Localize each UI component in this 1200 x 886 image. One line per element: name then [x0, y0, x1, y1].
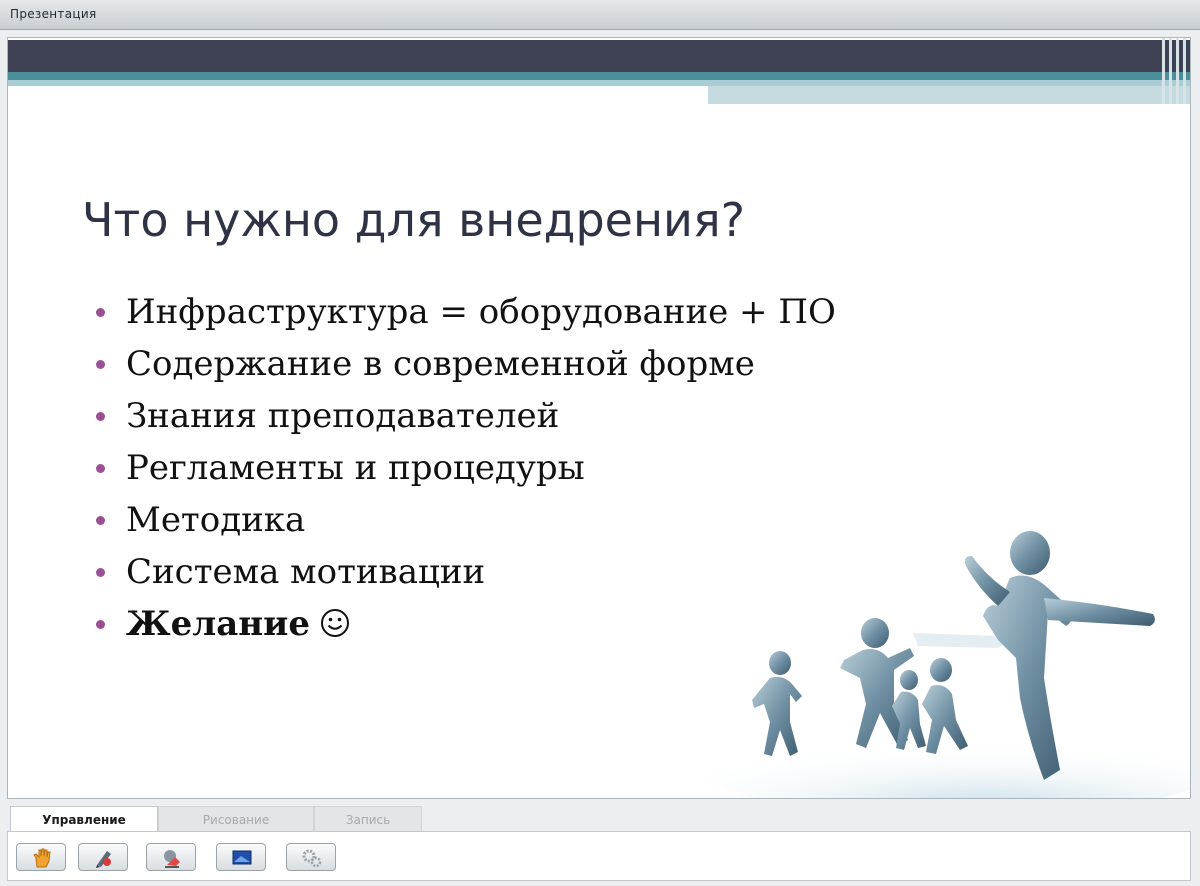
bullet-dot — [96, 464, 105, 473]
screen-button[interactable] — [216, 843, 266, 871]
slide-header-right-stripe — [708, 86, 1190, 104]
tab-drawing[interactable]: Рисование — [158, 806, 314, 832]
slide-header-stripes — [1158, 38, 1190, 104]
bullet-dot — [96, 308, 105, 317]
bullet-dot — [96, 516, 105, 525]
hand-icon — [33, 848, 51, 868]
runners-image — [698, 508, 1190, 798]
settings-button[interactable] — [286, 843, 336, 871]
bullet-dot — [96, 360, 105, 369]
bottom-tabbar: Управление Рисование Запись — [10, 806, 1190, 832]
hand-button[interactable] — [16, 843, 66, 871]
tab-control[interactable]: Управление — [10, 806, 158, 832]
bullet-text: Система мотивации — [126, 552, 486, 592]
eraser-button[interactable] — [146, 843, 196, 871]
window-title: Презентация — [10, 7, 97, 21]
screen-icon — [232, 850, 252, 865]
bullet-text: Желание — [126, 604, 310, 644]
slide-header-band — [8, 40, 1190, 72]
bullet-text: Содержание в современной форме — [126, 344, 755, 384]
eraser-icon — [164, 850, 180, 868]
slide-title: Что нужно для внедрения? — [82, 193, 746, 247]
window-titlebar: Презентация — [0, 0, 1200, 30]
bullet-dot — [96, 620, 105, 629]
bullet-text: Методика — [126, 500, 306, 540]
smiley-icon — [320, 607, 350, 647]
settings-gears-icon — [302, 849, 322, 868]
slide-header-accent — [8, 72, 1190, 80]
bullet-dot — [96, 412, 105, 421]
bullet-dot — [96, 568, 105, 577]
pointer-pen-button[interactable] — [78, 843, 128, 871]
presentation-slide: Что нужно для внедрения? Инфраструктура … — [7, 37, 1191, 799]
bullet-text: Знания преподавателей — [126, 396, 560, 436]
bullet-text: Регламенты и процедуры — [126, 448, 585, 488]
pointer-pen-icon — [96, 851, 111, 868]
bullet-text: Инфраструктура = оборудование + ПО — [126, 292, 836, 332]
toolbar-panel — [7, 831, 1191, 881]
tab-recording[interactable]: Запись — [314, 806, 422, 832]
